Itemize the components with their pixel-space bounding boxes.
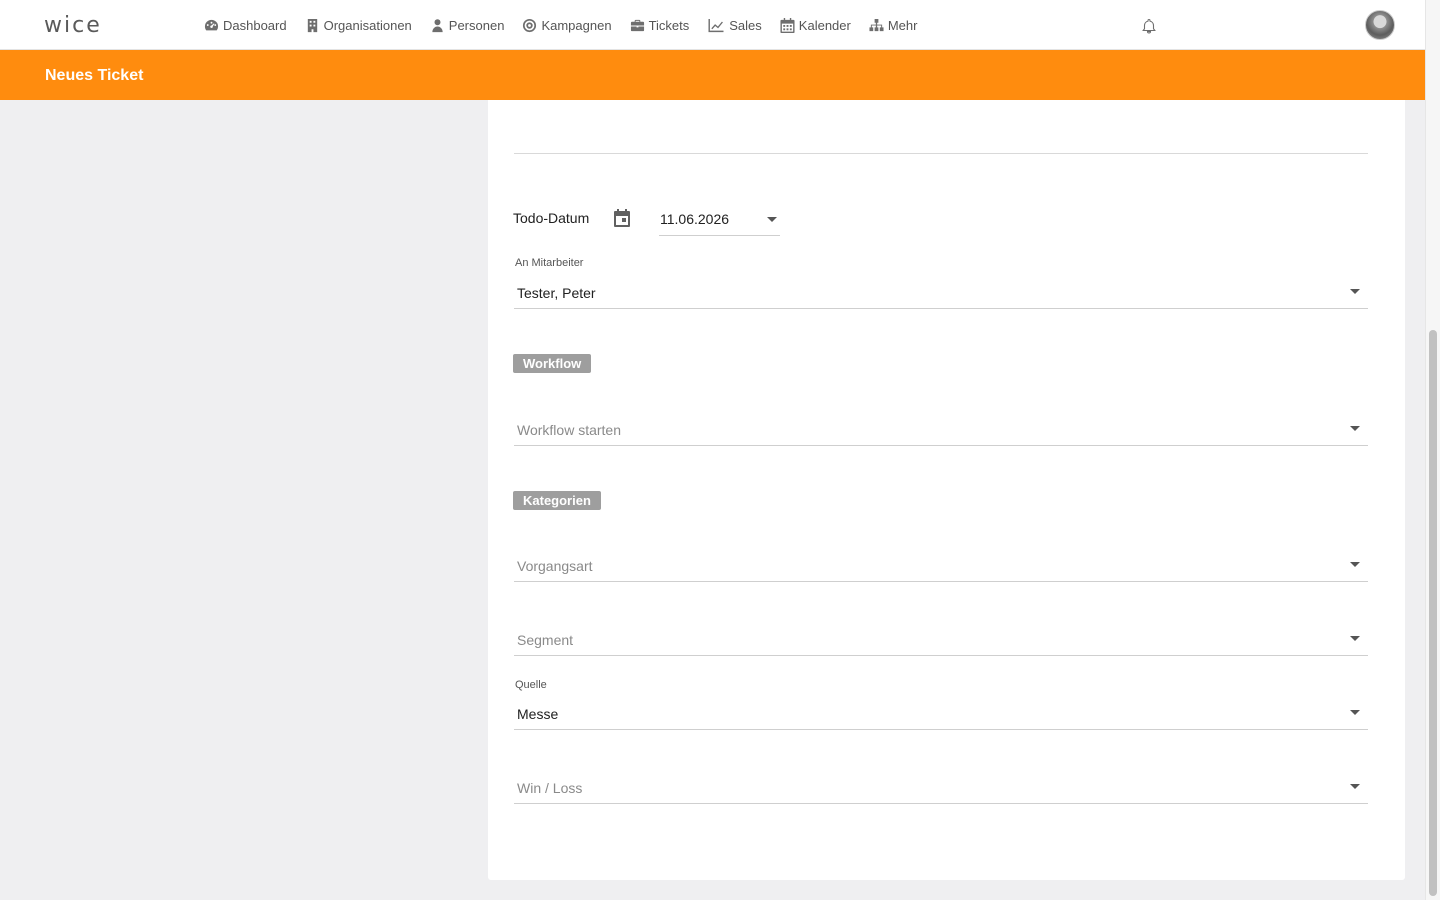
assignee-value: Tester, Peter [517, 285, 596, 301]
chevron-down-icon [1350, 289, 1360, 294]
chevron-down-icon [1350, 636, 1360, 641]
scrollbar-thumb[interactable] [1429, 330, 1437, 896]
workflow-start-placeholder: Workflow starten [517, 422, 621, 438]
win-loss-select[interactable]: Win / Loss [514, 764, 1368, 804]
nav-item-organisationen[interactable]: Organisationen [305, 18, 412, 33]
calendar-icon[interactable] [612, 208, 632, 228]
nav-label-kampagnen: Kampagnen [541, 17, 612, 33]
nav-item-mehr[interactable]: Mehr [869, 17, 918, 33]
win-loss-placeholder: Win / Loss [517, 780, 583, 796]
chevron-down-icon [1350, 784, 1360, 789]
nav-item-kampagnen[interactable]: Kampagnen [522, 17, 612, 33]
svg-text:wice: wice [44, 14, 102, 36]
assignee-select[interactable]: Tester, Peter [514, 269, 1368, 309]
workflow-start-select[interactable]: Workflow starten [514, 406, 1368, 446]
nav-label-dashboard: Dashboard [223, 17, 287, 33]
categories-section-heading: Kategorien [513, 491, 601, 510]
title-bar: Neues Ticket [0, 50, 1425, 100]
top-navigation-bar: wice Dashboard Organisationen Personen K… [0, 0, 1425, 50]
nav-item-kalender[interactable]: Kalender [780, 17, 851, 33]
segment-placeholder: Segment [517, 632, 574, 648]
main-nav: Dashboard Organisationen Personen Kampag… [204, 0, 935, 50]
nav-item-tickets[interactable]: Tickets [630, 17, 690, 33]
nav-item-personen[interactable]: Personen [430, 17, 505, 33]
person-icon [432, 18, 443, 32]
wice-logo[interactable]: wice [44, 14, 112, 36]
chevron-down-icon [1350, 710, 1360, 715]
page-title: Neues Ticket [45, 67, 144, 84]
chevron-down-icon [1350, 426, 1360, 431]
nav-label-personen: Personen [448, 17, 505, 33]
building-icon [307, 18, 317, 32]
quelle-value: Messe [517, 706, 559, 722]
quelle-select[interactable]: Messe [514, 690, 1368, 730]
nav-item-sales[interactable]: Sales [707, 18, 762, 33]
chevron-down-icon [1350, 562, 1360, 567]
todo-date-value: 11.06.2026 [660, 211, 730, 227]
vorgangsart-select[interactable]: Vorgangsart [514, 542, 1368, 582]
nav-label-sales: Sales [729, 17, 762, 33]
assignee-label: An Mitarbeiter [515, 257, 584, 269]
calendar-icon [780, 17, 795, 33]
nav-label-tickets: Tickets [648, 17, 690, 33]
vorgangsart-placeholder: Vorgangsart [517, 558, 593, 574]
line-chart-icon [708, 18, 724, 32]
nav-label-kalender: Kalender [798, 17, 851, 33]
bell-icon[interactable] [1141, 18, 1157, 34]
sitemap-icon [869, 18, 884, 31]
ticket-form-card: Todo-Datum 11.06.2026 An Mitarbeiter Tes… [488, 100, 1405, 880]
segment-select[interactable]: Segment [514, 616, 1368, 656]
nav-label-organisationen: Organisationen [323, 17, 412, 33]
workflow-section-heading: Workflow [513, 354, 592, 373]
todo-date-field[interactable]: 11.06.2026 [659, 203, 780, 236]
nav-item-dashboard[interactable]: Dashboard [204, 18, 287, 33]
target-icon [523, 18, 537, 32]
briefcase-icon [630, 19, 644, 31]
dashboard-icon [204, 19, 219, 30]
chevron-down-icon[interactable] [767, 217, 777, 222]
nav-label-mehr: Mehr [887, 17, 918, 33]
todo-date-label: Todo-Datum [513, 210, 590, 226]
previous-field-underline [514, 153, 1368, 154]
user-avatar[interactable] [1365, 10, 1395, 40]
